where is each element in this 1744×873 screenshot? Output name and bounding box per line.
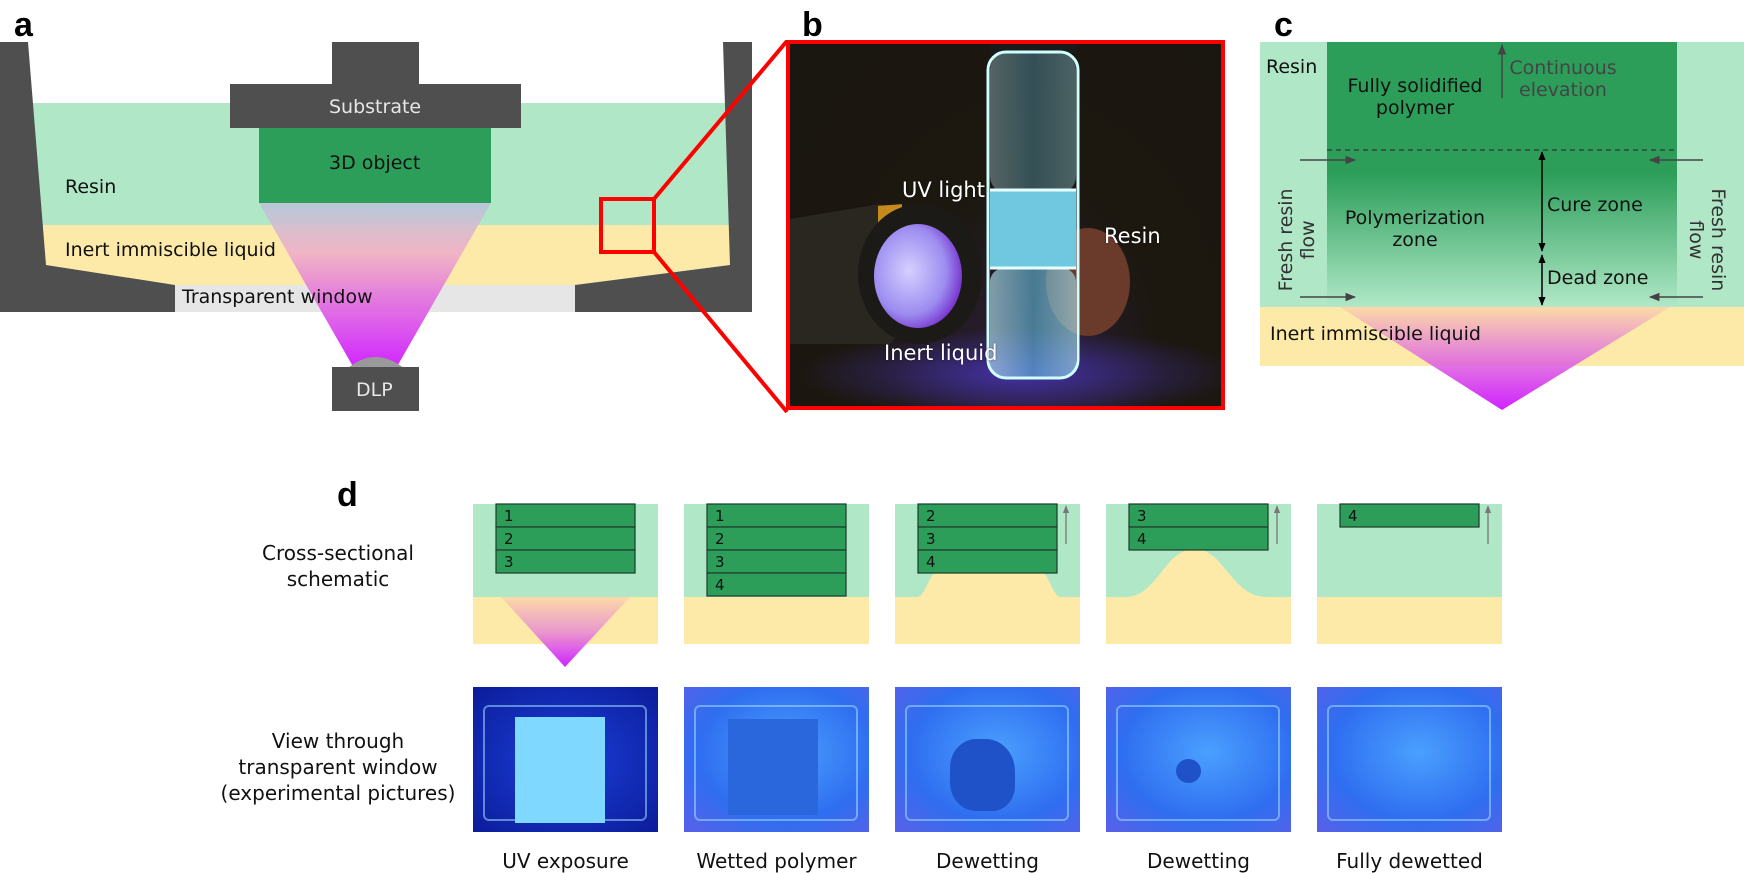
layer-number: 4 [926,553,936,571]
3d-object-label: 3D object [329,152,421,174]
polymer-layer [1128,503,1269,528]
dlp-label: DLP [356,379,393,401]
continuous-elevation-line1: Continuous [1509,57,1617,79]
inert-liquid-layer [1106,597,1291,644]
layer-number: 3 [1137,507,1147,525]
row2-line3: (experimental pictures) [220,781,456,805]
fresh-resin-left-line2: flow [1297,220,1319,260]
solidified-polymer-label: Fully solidified polymer [1345,75,1485,120]
polymer-layer [495,503,636,528]
dead-zone-label: Dead zone [1547,267,1649,289]
step-caption: Fully dewetted [1336,849,1483,873]
inert-liquid-layer [684,597,869,644]
polymerization-zone-line1: Polymerization [1344,207,1486,229]
vial-resin-top [990,52,1076,194]
solidified-polymer-line2: polymer [1375,96,1455,119]
experimental-photo [1317,687,1502,832]
step-schematic: 1 2 3 4 [684,503,869,644]
fresh-resin-flow-right: Fresh resin flow [1684,180,1729,300]
layer-number: 1 [715,507,725,525]
layer-number: 4 [715,576,725,594]
experimental-photo [684,687,869,832]
polymer-layer [495,526,636,551]
step-schematic: 34 [1106,503,1291,644]
row2-line1: View through [271,729,405,753]
inert-liquid-photo-label: Inert liquid [884,341,998,365]
polymer-layer [706,526,847,551]
panel-d-label: d [337,476,358,514]
solidified-polymer-line1: Fully solidified [1347,75,1483,97]
polymer-layer [917,503,1058,528]
transparent-window-label: Transparent window [182,286,373,308]
wetted-polymer-area [728,719,818,815]
polymer-layer [495,549,636,574]
resin-label: Resin [65,176,117,198]
step-caption: Dewetting [936,849,1039,873]
layer-number: 1 [504,507,514,525]
polymer-layer [706,572,847,597]
dewetting-region [950,739,1015,811]
substrate-label: Substrate [329,96,422,118]
layer-number: 2 [504,530,514,548]
continuous-elevation-label: Continuous elevation [1508,57,1618,102]
row-label-photos: View through transparent window (experim… [221,728,456,806]
exposed-area [515,717,605,823]
panel-b-label: b [802,6,823,44]
polymer-layer [706,503,847,528]
experimental-photo [895,687,1080,832]
panel-c-diagram [1260,42,1744,410]
polymer-layer [917,549,1058,574]
step-caption: Wetted polymer [696,849,857,873]
window-frame [1327,705,1491,821]
layer-number: 3 [715,553,725,571]
fresh-resin-right-line1: Fresh resin [1706,188,1729,292]
polymerization-zone-label: Polymerization zone [1340,207,1490,252]
step-schematic: 1 2 3 [473,503,658,667]
polymerization-zone-line2: zone [1392,228,1438,251]
layer-number: 4 [1348,507,1358,525]
layer-number: 3 [504,553,514,571]
inert-liquid-bulge [917,573,1061,597]
polymer-layer [917,526,1058,551]
panel-b-photo: UV light Resin Inert liquid [786,40,1225,410]
resin-label-c: Resin [1266,56,1318,78]
vial-inert-liquid [990,268,1076,378]
resin-photo-label: Resin [1104,224,1161,248]
inert-liquid-layer [1317,597,1502,644]
layer-number: 2 [715,530,725,548]
flashlight-lens [874,224,962,328]
polymer-layer [1339,503,1480,528]
polymer-layer [1128,526,1269,551]
uv-light-label: UV light [902,178,985,202]
step-caption: Dewetting [1147,849,1250,873]
inert-liquid-label: Inert immiscible liquid [65,239,276,261]
row2-line2: transparent window [238,755,438,779]
fresh-resin-left-line1: Fresh resin [1275,188,1298,292]
inert-liquid-label-c: Inert immiscible liquid [1270,323,1481,345]
continuous-elevation-line2: elevation [1519,78,1607,101]
layer-number: 4 [1137,530,1147,548]
row1-line2: schematic [286,567,390,591]
step-caption: UV exposure [502,849,629,873]
fresh-resin-flow-left: Fresh resin flow [1275,180,1320,300]
row-label-schematic: Cross-sectional schematic [262,540,414,592]
layer-number: 2 [926,507,936,525]
fresh-resin-right-line2: flow [1685,220,1707,260]
panel-a-diagram [0,39,789,414]
cure-zone-label: Cure zone [1547,194,1643,216]
vial-resin-band [990,190,1076,268]
experimental-photo [1106,687,1291,832]
step-schematic: 4 [1317,503,1502,644]
row1-line1: Cross-sectional [262,541,414,565]
step-schematic: 2 3 4 [895,503,1080,644]
dewetting-region [1176,759,1201,783]
polymer-layer [706,549,847,574]
layer-number: 3 [926,530,936,548]
inert-liquid-layer [895,597,1080,644]
experimental-photo [473,687,658,832]
